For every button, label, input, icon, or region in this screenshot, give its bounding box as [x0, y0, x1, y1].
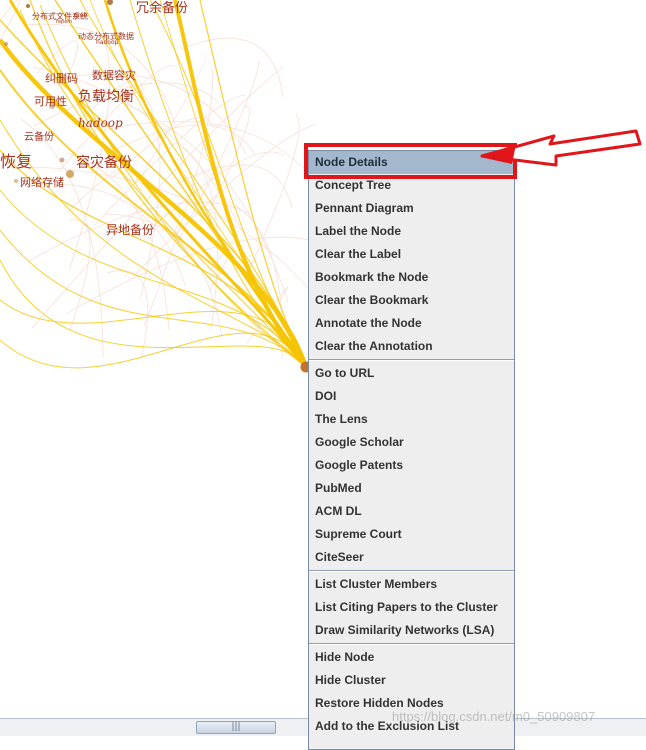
keyword-label: hadoop — [78, 116, 123, 130]
menu-item-annotate-the-node[interactable]: Annotate the Node — [309, 312, 514, 335]
menu-item-hide-cluster[interactable]: Hide Cluster — [309, 669, 514, 692]
keyword-label: 数据容灾 — [92, 68, 136, 82]
keyword-label: hadoop — [96, 39, 119, 46]
menu-item-acm-dl[interactable]: ACM DL — [309, 500, 514, 523]
menu-item-doi[interactable]: DOI — [309, 385, 514, 408]
menu-item-hide-node[interactable]: Hide Node — [309, 646, 514, 669]
menu-item-go-to-url[interactable]: Go to URL — [309, 362, 514, 385]
menu-item-google-patents[interactable]: Google Patents — [309, 454, 514, 477]
menu-item-citeseer[interactable]: CiteSeer — [309, 546, 514, 569]
menu-item-pubmed[interactable]: PubMed — [309, 477, 514, 500]
menu-item-node-details[interactable]: Node Details — [309, 151, 514, 174]
menu-item-bookmark-the-node[interactable]: Bookmark the Node — [309, 266, 514, 289]
menu-item-the-lens[interactable]: The Lens — [309, 408, 514, 431]
keyword-label: 容灾备份 — [76, 154, 132, 171]
keyword-label: 可用性 — [34, 94, 67, 108]
menu-item-list-cluster-members[interactable]: List Cluster Members — [309, 573, 514, 596]
keyword-label: 恢复 — [0, 152, 32, 171]
node-context-menu: Node Details Concept Tree Pennant Diagram L… — [308, 150, 515, 750]
keyword-label: 纠删码 — [45, 72, 78, 85]
menu-item-list-citing-papers-to-the-cluster[interactable]: List Citing Papers to the Cluster — [309, 596, 514, 619]
menu-item-clear-the-annotation[interactable]: Clear the Annotation — [309, 335, 514, 358]
menu-separator — [309, 358, 514, 362]
menu-item-clear-the-label[interactable]: Clear the Label — [309, 243, 514, 266]
menu-item-add-to-the-exclusion-list[interactable]: Add to the Exclusion List — [309, 715, 514, 738]
keyword-label: gmb — [74, 12, 88, 19]
keyword-label: 云备份 — [24, 130, 54, 143]
menu-item-label-the-node[interactable]: Label the Node — [309, 220, 514, 243]
keyword-label: 异地备份 — [106, 223, 154, 237]
keyword-label: 冗余备份 — [136, 0, 188, 16]
menu-item-restore-hidden-nodes[interactable]: Restore Hidden Nodes — [309, 692, 514, 715]
menu-item-draw-similarity-networks-lsa[interactable]: Draw Similarity Networks (LSA) — [309, 619, 514, 642]
menu-separator — [309, 642, 514, 646]
menu-item-google-scholar[interactable]: Google Scholar — [309, 431, 514, 454]
menu-item-supreme-court[interactable]: Supreme Court — [309, 523, 514, 546]
menu-item-pennant-diagram[interactable]: Pennant Diagram — [309, 197, 514, 220]
menu-separator — [309, 569, 514, 573]
keyword-label: 网络存储 — [20, 175, 64, 189]
menu-item-clear-the-bookmark[interactable]: Clear the Bookmark — [309, 289, 514, 312]
keyword-label: repem — [56, 19, 72, 25]
keyword-label: 负载均衡 — [78, 89, 134, 105]
scrollbar-thumb[interactable]: ||| — [196, 721, 276, 734]
menu-item-concept-tree[interactable]: Concept Tree — [309, 174, 514, 197]
